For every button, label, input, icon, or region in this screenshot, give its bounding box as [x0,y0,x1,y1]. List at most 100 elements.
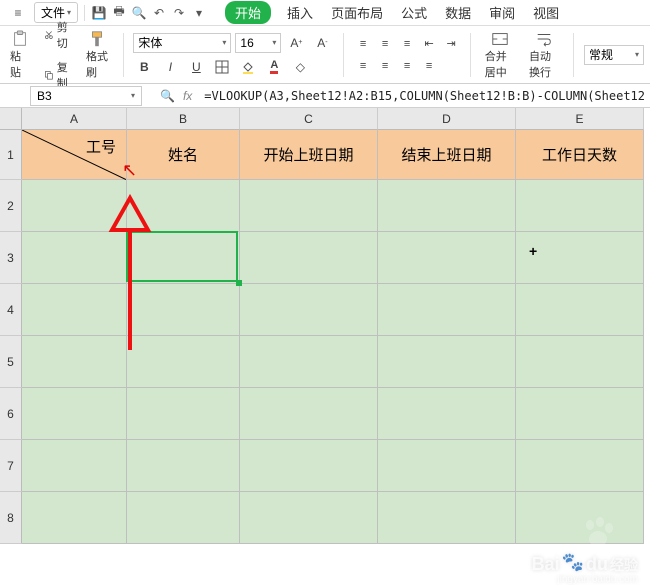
cell-A1[interactable]: 工号 [22,130,127,180]
cell-A2[interactable] [22,180,127,232]
wrap-text-button[interactable]: 自动换行 [525,30,563,80]
tab-insert[interactable]: 插入 [285,1,315,24]
fill-color-button[interactable] [237,57,259,77]
undo-icon[interactable]: ↶ [151,5,167,21]
cell-grid[interactable]: 工号姓名开始上班日期结束上班日期工作日天数 [22,130,644,544]
cell-B5[interactable] [127,336,240,388]
cell-A8[interactable] [22,492,127,544]
cell-C1[interactable]: 开始上班日期 [240,130,378,180]
select-all-corner[interactable] [0,108,22,130]
increase-font-button[interactable]: A+ [285,33,307,53]
row-header-6[interactable]: 6 [0,388,22,440]
cell-C5[interactable] [240,336,378,388]
cell-B7[interactable] [127,440,240,492]
number-format-combo[interactable]: 常规 ▾ [584,45,644,65]
decrease-font-button[interactable]: A- [311,33,333,53]
row-header-5[interactable]: 5 [0,336,22,388]
fill-handle[interactable] [236,280,242,286]
align-bottom-button[interactable]: ≡ [398,35,416,53]
redo-icon[interactable]: ↷ [171,5,187,21]
indent-left-button[interactable]: ⇤ [420,35,438,53]
cell-C7[interactable] [240,440,378,492]
underline-button[interactable]: U [185,57,207,77]
row-header-2[interactable]: 2 [0,180,22,232]
app-menu-button[interactable]: ≡ [6,3,30,23]
font-color-button[interactable]: A [263,57,285,77]
tab-formulas[interactable]: 公式 [399,1,429,24]
bold-button[interactable]: B [133,57,155,77]
indent-right-button[interactable]: ⇥ [442,35,460,53]
cell-B1[interactable]: 姓名 [127,130,240,180]
separator [343,33,344,77]
cell-E1[interactable]: 工作日天数 [516,130,644,180]
cell-C6[interactable] [240,388,378,440]
cell-B4[interactable] [127,284,240,336]
cell-B6[interactable] [127,388,240,440]
cut-button[interactable]: 剪切 [40,17,76,53]
cell-D7[interactable] [378,440,516,492]
col-header-B[interactable]: B [127,108,240,130]
font-name-combo[interactable]: 宋体 ▾ [133,33,231,53]
align-center-button[interactable]: ≡ [376,57,394,75]
formula-input[interactable]: =VLOOKUP(A3,Sheet12!A2:B15,COLUMN(Sheet1… [200,89,650,103]
cell-B8[interactable] [127,492,240,544]
magnify-icon[interactable]: 🔍 [160,89,175,103]
row-header-7[interactable]: 7 [0,440,22,492]
cell-B2[interactable] [127,180,240,232]
cell-A4[interactable] [22,284,127,336]
cell-D8[interactable] [378,492,516,544]
paste-button[interactable]: 粘贴 [6,30,34,80]
align-top-button[interactable]: ≡ [354,35,372,53]
cell-C8[interactable] [240,492,378,544]
row-header-8[interactable]: 8 [0,492,22,544]
cell-A5[interactable] [22,336,127,388]
cell-C2[interactable] [240,180,378,232]
clear-icon[interactable]: ▾ [191,5,207,21]
border-button[interactable] [211,57,233,77]
fx-icon[interactable]: fx [183,89,192,103]
tab-home[interactable]: 开始 [225,1,271,24]
align-middle-button[interactable]: ≡ [376,35,394,53]
col-header-C[interactable]: C [240,108,378,130]
col-header-E[interactable]: E [516,108,644,130]
preview-icon[interactable]: 🔍 [131,5,147,21]
cell-D6[interactable] [378,388,516,440]
cell-D3[interactable] [378,232,516,284]
cell-A3[interactable] [22,232,127,284]
cell-E6[interactable] [516,388,644,440]
cell-E5[interactable] [516,336,644,388]
row-header-3[interactable]: 3 [0,232,22,284]
cell-E7[interactable] [516,440,644,492]
italic-button[interactable]: I [159,57,181,77]
cell-B3[interactable] [127,232,240,284]
cell-E2[interactable] [516,180,644,232]
format-painter-button[interactable]: 格式刷 [82,30,113,80]
tab-page-layout[interactable]: 页面布局 [329,1,385,24]
cell-C4[interactable] [240,284,378,336]
clear-format-button[interactable]: ◇ [289,57,311,77]
font-size-combo[interactable]: 16 ▾ [235,33,281,53]
cell-D2[interactable] [378,180,516,232]
tab-view[interactable]: 视图 [531,1,561,24]
cell-D1[interactable]: 结束上班日期 [378,130,516,180]
print-icon[interactable]: 🖶 [111,5,127,21]
align-left-button[interactable]: ≡ [354,57,372,75]
cell-A6[interactable] [22,388,127,440]
merge-center-button[interactable]: 合并居中 [481,30,519,80]
cell-D4[interactable] [378,284,516,336]
name-box[interactable]: B3 ▾ [30,86,142,106]
row-header-1[interactable]: 1 [0,130,22,180]
col-header-A[interactable]: A [22,108,127,130]
tab-review[interactable]: 审阅 [487,1,517,24]
cell-C3[interactable] [240,232,378,284]
cell-A7[interactable] [22,440,127,492]
align-right-button[interactable]: ≡ [398,57,416,75]
cell-E3[interactable] [516,232,644,284]
tab-data[interactable]: 数据 [443,1,473,24]
row-header-4[interactable]: 4 [0,284,22,336]
justify-button[interactable]: ≡ [420,57,438,75]
col-header-D[interactable]: D [378,108,516,130]
save-icon[interactable]: 💾 [91,5,107,21]
cell-D5[interactable] [378,336,516,388]
cell-E4[interactable] [516,284,644,336]
